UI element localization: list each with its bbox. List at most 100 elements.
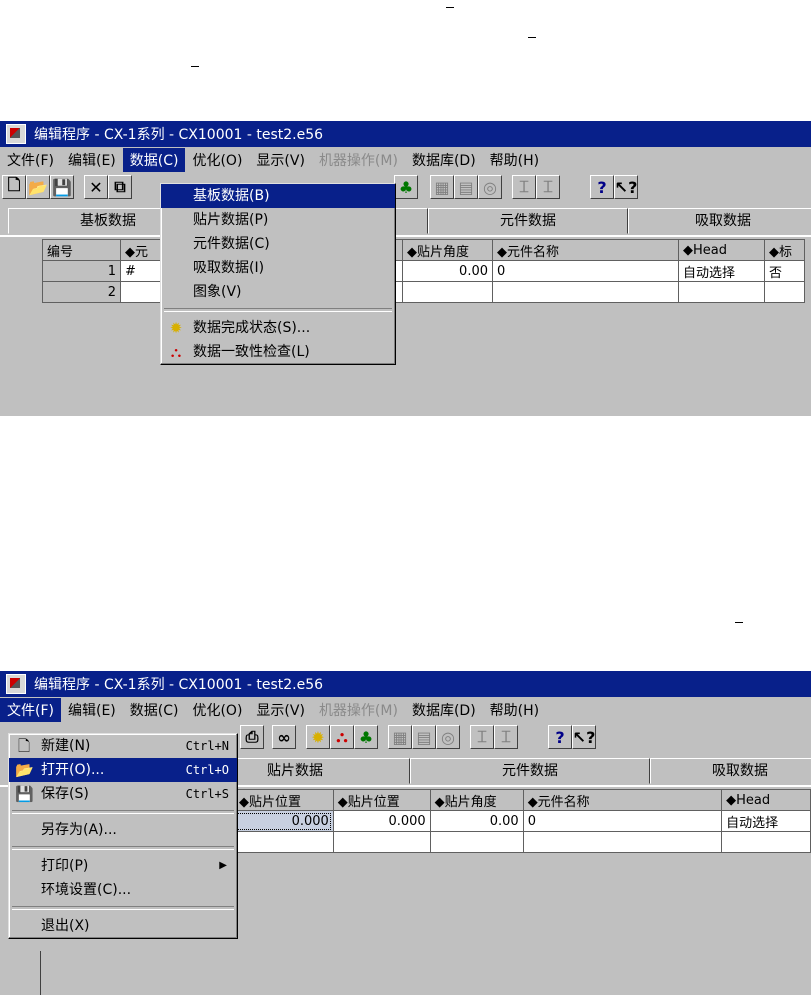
cell[interactable] — [721, 831, 811, 853]
column-header[interactable]: 编号 — [42, 239, 121, 261]
tray-icon: ◎ — [478, 175, 502, 199]
menu-data[interactable]: 数据(C) — [123, 698, 186, 722]
color-blocks-icon[interactable]: ♣ — [354, 725, 378, 749]
menu-item-save-as[interactable]: 另存为(A)... — [9, 818, 237, 842]
menu-item-component-data[interactable]: 元件数据(C) — [161, 232, 395, 256]
tab-component-data[interactable]: 元件数据 — [410, 758, 650, 784]
cell[interactable]: 0 — [522, 810, 723, 832]
cell[interactable]: 自动选择 — [721, 810, 811, 832]
row-number[interactable]: 1 — [42, 260, 121, 282]
menu-separator — [164, 308, 392, 312]
menu-separator — [12, 810, 234, 814]
menu-item-pickup-data[interactable]: 吸取数据(I) — [161, 256, 395, 280]
delete-x-icon[interactable]: ✕ — [84, 175, 108, 199]
cell[interactable] — [429, 831, 524, 853]
menu-optimize[interactable]: 优化(O) — [185, 698, 249, 722]
column-header[interactable]: ◆元件名称 — [522, 789, 723, 811]
column-header[interactable]: ◆贴片位置 — [234, 789, 334, 811]
open-folder-icon: 📂 — [15, 761, 34, 779]
print-icon[interactable]: ⎙ — [240, 725, 264, 749]
menu-item-image[interactable]: 图象(V) — [161, 280, 395, 304]
menu-item-placement-data[interactable]: 贴片数据(P) — [161, 208, 395, 232]
lightbulb-icon[interactable]: ✹ — [306, 725, 330, 749]
menu-item-exit[interactable]: 退出(X) — [9, 914, 237, 938]
menu-machine: 机器操作(M) — [318, 152, 398, 169]
consistency-check-icon: ⛬ — [170, 343, 182, 361]
save-disk-icon: 💾 — [15, 785, 34, 803]
cell[interactable]: 0.00 — [402, 260, 493, 282]
cell[interactable]: 0.000 — [234, 810, 334, 832]
rail-icon: ⌶ — [470, 725, 494, 749]
table-row[interactable]: 2 — [42, 281, 805, 303]
underline-mark — [446, 7, 454, 8]
menu-item-print[interactable]: 打印(P) ▶ — [9, 854, 237, 878]
column-header[interactable]: ◆贴片位置 — [332, 789, 431, 811]
menu-help[interactable]: 帮助(H) — [483, 698, 546, 722]
cell[interactable] — [678, 281, 765, 303]
color-blocks-icon[interactable]: ♣ — [394, 175, 418, 199]
menu-edit[interactable]: 编辑(E) — [61, 698, 123, 722]
title-bar: 编辑程序 - CX-1系列 - CX10001 - test2.e56 — [0, 121, 811, 147]
menu-item-settings[interactable]: 环境设置(C)... — [9, 878, 237, 902]
menu-edit[interactable]: 编辑(E) — [61, 148, 123, 172]
rail-alt-icon: ⌶ — [536, 175, 560, 199]
context-help-icon[interactable]: ↖? — [572, 725, 596, 749]
tab-pickup-data[interactable]: 吸取数据 — [628, 208, 811, 234]
tray-icon: ◎ — [436, 725, 460, 749]
column-header[interactable]: ◆元件名称 — [492, 239, 679, 261]
cell[interactable] — [492, 281, 679, 303]
menu-help[interactable]: 帮助(H) — [483, 148, 546, 172]
table-row[interactable]: 1 # 0.00 0 自动选择 否 — [42, 260, 805, 282]
cell[interactable]: 0 — [492, 260, 679, 282]
open-folder-icon[interactable]: 📂 — [26, 175, 50, 199]
consistency-check-icon[interactable]: ⛬ — [330, 725, 354, 749]
cell[interactable] — [402, 281, 493, 303]
menu-optimize[interactable]: 优化(O) — [185, 148, 249, 172]
cell[interactable]: 否 — [764, 260, 805, 282]
menu-item-save[interactable]: 💾 保存(S) Ctrl+S — [9, 782, 237, 806]
menu-file[interactable]: 文件(F) — [0, 697, 61, 722]
screenshot-data-menu: 编辑程序 - CX-1系列 - CX10001 - test2.e56 文件(F… — [0, 121, 811, 416]
menu-view[interactable]: 显示(V) — [249, 148, 312, 172]
menu-file[interactable]: 文件(F) — [0, 148, 61, 172]
table-row[interactable] — [234, 831, 811, 853]
menu-item-consistency-check[interactable]: ⛬ 数据一致性检查(L) — [161, 340, 395, 364]
menu-item-open[interactable]: 📂 打开(O)... Ctrl+O — [9, 758, 237, 782]
help-icon[interactable]: ? — [590, 175, 614, 199]
tab-component-data[interactable]: 元件数据 — [428, 208, 628, 234]
column-header[interactable]: ◆贴片角度 — [402, 239, 493, 261]
cell[interactable] — [764, 281, 805, 303]
menu-data[interactable]: 数据(C) — [122, 147, 186, 172]
rail-icon: ⌶ — [512, 175, 536, 199]
menu-item-board-data[interactable]: 基板数据(B) — [161, 184, 395, 208]
cell[interactable] — [522, 831, 723, 853]
submenu-arrow-icon: ▶ — [219, 860, 227, 871]
column-header[interactable]: ◆贴片角度 — [429, 789, 524, 811]
save-disk-icon[interactable]: 💾 — [50, 175, 74, 199]
help-icon[interactable]: ? — [548, 725, 572, 749]
binoculars-icon[interactable]: ∞ — [272, 725, 296, 749]
column-header[interactable]: ◆标 — [764, 239, 805, 261]
table-row[interactable]: 0.000 0.000 0.00 0 自动选择 — [234, 810, 811, 832]
menu-database[interactable]: 数据库(D) — [405, 148, 483, 172]
column-header[interactable]: ◆Head — [721, 789, 811, 811]
cell[interactable] — [234, 831, 334, 853]
menu-item-completion-status[interactable]: ✹ 数据完成状态(S)... — [161, 316, 395, 340]
menu-bar: 文件(F) 编辑(E) 数据(C) 优化(O) 显示(V) 机器操作(M) 数据… — [0, 147, 811, 172]
row-number[interactable]: 2 — [42, 281, 121, 303]
copy-icon[interactable]: ⧉ — [108, 175, 132, 199]
cell[interactable] — [332, 831, 431, 853]
menu-view[interactable]: 显示(V) — [249, 698, 312, 722]
toolbar: 🗋 📂 💾 ✕ ⧉ ♣ ▦ ▤ ◎ ⌶ ⌶ ? ↖? — [0, 172, 811, 204]
tab-pickup-data[interactable]: 吸取数据 — [650, 758, 811, 784]
cell[interactable]: 0.000 — [332, 810, 431, 832]
menu-separator — [12, 906, 234, 910]
cell[interactable]: 0.00 — [429, 810, 524, 832]
column-header[interactable]: ◆Head — [678, 239, 765, 261]
cell[interactable]: 自动选择 — [678, 260, 765, 282]
new-file-icon: 🗋 — [17, 737, 31, 755]
context-help-icon[interactable]: ↖? — [614, 175, 638, 199]
menu-database[interactable]: 数据库(D) — [405, 698, 483, 722]
new-file-icon[interactable]: 🗋 — [2, 175, 26, 199]
menu-item-new[interactable]: 🗋 新建(N) Ctrl+N — [9, 734, 237, 758]
